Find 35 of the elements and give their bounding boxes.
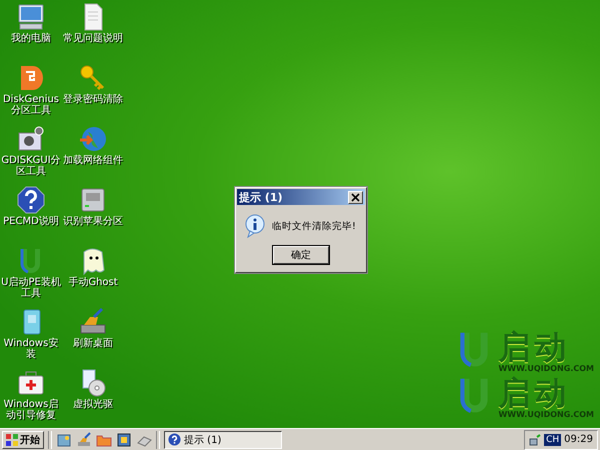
quick-launch-icon[interactable] <box>116 432 132 448</box>
desktop-icon[interactable] <box>16 185 46 215</box>
help-icon <box>168 433 181 446</box>
logo-url: WWW.UQIDONG.COM <box>498 410 594 418</box>
desktop-icon-label[interactable]: Windows启动引导修复 <box>0 399 62 421</box>
info-icon <box>244 214 266 238</box>
logo-name: 启动 <box>498 330 570 364</box>
desktop-icon-label[interactable]: 登录密码清除 <box>62 94 124 105</box>
close-icon[interactable] <box>348 190 363 204</box>
taskbar-task[interactable]: 提示 (1) <box>164 430 282 448</box>
desktop-icon-label[interactable]: 手动Ghost <box>62 277 124 288</box>
quick-launch-icon[interactable] <box>76 432 92 448</box>
desktop-icon-label[interactable]: PECMD说明 <box>0 216 62 227</box>
ok-button[interactable]: 确定 <box>273 246 329 264</box>
desktop-icon-label[interactable]: 识别苹果分区 <box>62 216 124 227</box>
desktop-icon-label[interactable]: 加载网络组件 <box>62 155 124 166</box>
desktop-icon-label[interactable]: 常见问题说明 <box>62 33 124 44</box>
quick-launch-icon[interactable] <box>56 432 72 448</box>
desktop-icon-label[interactable]: Windows安装 <box>0 338 62 360</box>
start-button[interactable]: 开始 <box>2 430 44 448</box>
language-indicator[interactable]: CH <box>544 434 562 446</box>
grid-icon <box>6 434 18 446</box>
desktop-icon-label[interactable]: U启动PE装机工具 <box>0 277 62 299</box>
desktop-icon-label[interactable]: 虚拟光驱 <box>62 399 124 410</box>
desktop-icon[interactable] <box>16 2 46 32</box>
logo-name: 启动 <box>498 376 570 410</box>
clock: 09:29 <box>564 434 593 445</box>
logo-url: WWW.UQIDONG.COM <box>498 364 594 372</box>
desktop-icon-label[interactable]: DiskGenius分区工具 <box>0 94 62 116</box>
network-icon[interactable] <box>529 434 542 446</box>
desktop-icon-label[interactable]: 我的电脑 <box>0 33 62 44</box>
dialog-message: 临时文件清除完毕! <box>272 220 356 232</box>
desktop-icon-label[interactable]: GDISKGUI分区工具 <box>0 155 62 177</box>
dialog-title: 提示 (1) <box>239 190 283 204</box>
desktop-icon-label[interactable]: 刷新桌面 <box>62 338 124 349</box>
